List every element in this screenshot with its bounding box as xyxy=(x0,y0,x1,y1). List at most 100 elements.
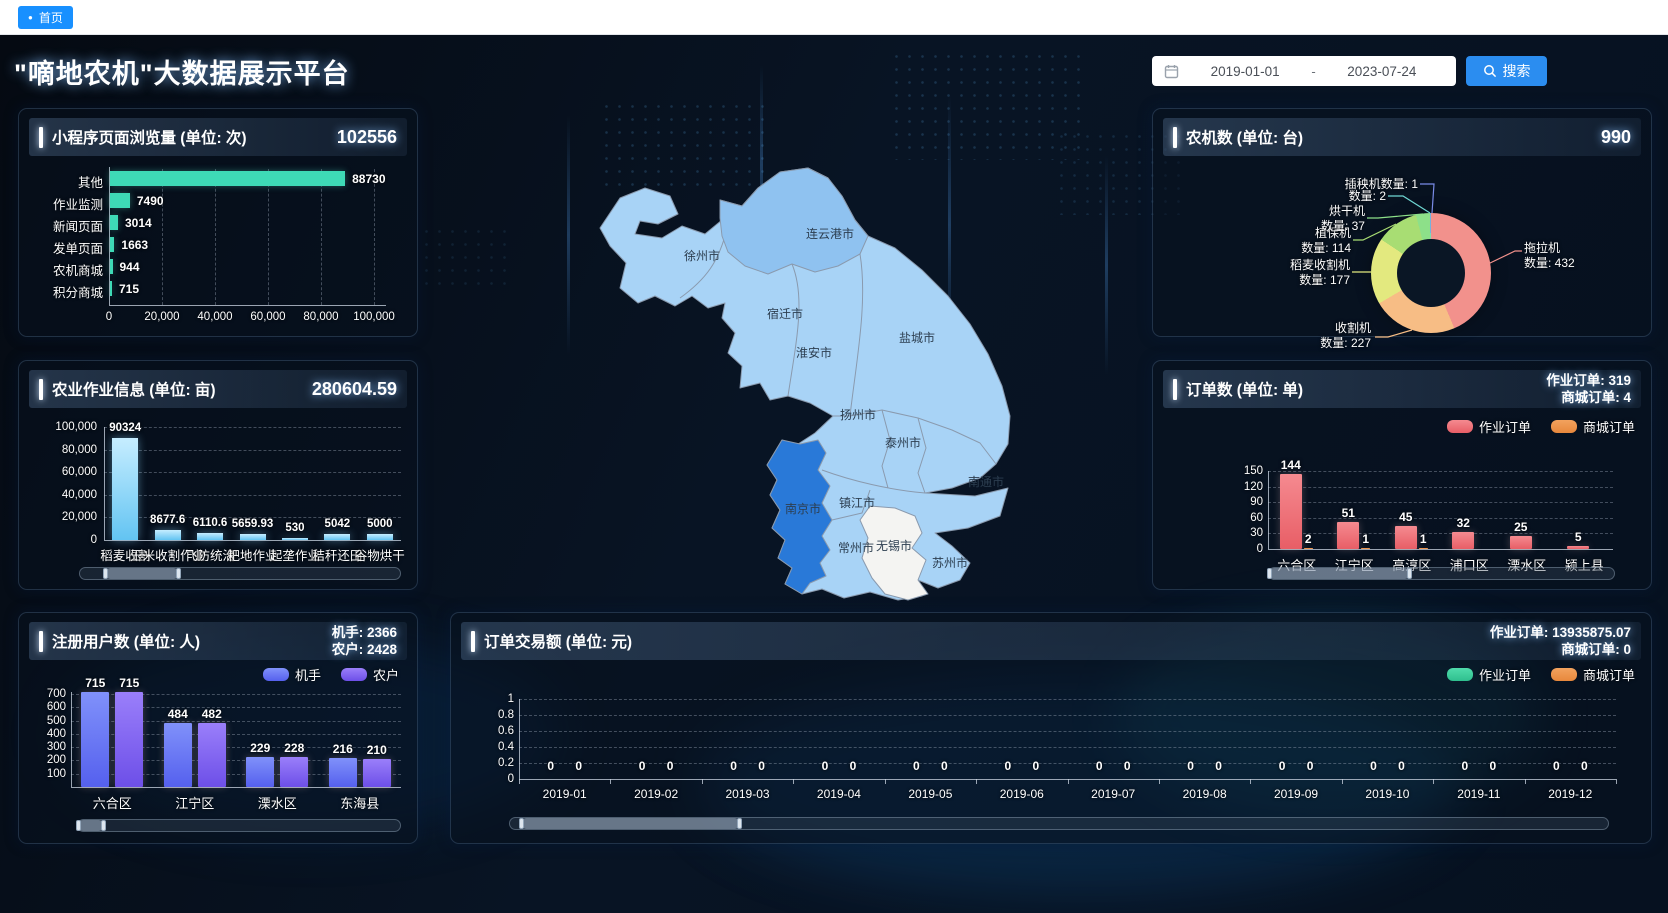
bar[interactable] xyxy=(110,193,130,208)
bar[interactable] xyxy=(1395,526,1417,549)
panel-orders: 订单数 (单位: 单) 作业订单: 319 商城订单: 4 作业订单 商城订单 … xyxy=(1152,360,1652,590)
datazoom-handle-left[interactable] xyxy=(76,820,81,831)
axis-tick-label: 40,000 xyxy=(189,311,241,323)
axis-tick-label: 90 xyxy=(1163,496,1263,508)
map-city-label: 连云港市 xyxy=(806,226,854,241)
axis-tick-label: 0 xyxy=(1163,543,1263,555)
leader-line xyxy=(1388,196,1430,213)
users-bar-chart[interactable]: 100200300400500600700715715六合区484482江宁区2… xyxy=(29,679,409,811)
category-label: 新闻页面 xyxy=(29,216,103,235)
category-label: 2019-12 xyxy=(1548,787,1592,801)
map-city-label: 宿迁市 xyxy=(767,306,803,321)
datazoom-handle-left[interactable] xyxy=(1267,568,1272,579)
axis-tick-label: 0.8 xyxy=(461,709,514,721)
search-button-label: 搜索 xyxy=(1503,61,1531,81)
axis-tick-label: 400 xyxy=(29,728,66,740)
datazoom-thumb[interactable] xyxy=(1269,568,1410,579)
bar[interactable] xyxy=(81,692,109,787)
x-axis-line xyxy=(104,540,401,541)
bar[interactable] xyxy=(1452,532,1474,549)
tab-home[interactable]: ● 首页 xyxy=(18,6,73,29)
bar[interactable] xyxy=(110,281,112,296)
bar[interactable] xyxy=(280,757,308,787)
bar[interactable] xyxy=(1510,536,1532,549)
bar[interactable] xyxy=(282,538,308,540)
jiangsu-province-map[interactable]: 徐州市连云港市宿迁市淮安市盐城市扬州市泰州市南通市南京市镇江市常州市无锡市苏州市 xyxy=(470,148,1090,618)
data-point-label: 0 xyxy=(850,759,857,773)
grid-line xyxy=(268,169,269,305)
datazoom-thumb[interactable] xyxy=(521,818,740,829)
bar-value-label: 715 xyxy=(119,282,139,296)
category-label: 农机商城 xyxy=(29,260,103,279)
data-point-label: 0 xyxy=(1004,759,1011,773)
category-label: 2019-01 xyxy=(543,787,587,801)
grid-line xyxy=(1268,518,1613,519)
category-label: 江宁区 xyxy=(175,793,214,812)
bar[interactable] xyxy=(367,534,393,540)
bar[interactable] xyxy=(110,215,118,230)
bar[interactable] xyxy=(115,692,143,787)
bar[interactable] xyxy=(164,723,192,787)
date-range-picker[interactable]: 2019-01-01 - 2023-07-24 xyxy=(1152,56,1456,86)
datazoom-handle-right[interactable] xyxy=(101,820,106,831)
bar-value-label: 1663 xyxy=(121,238,148,252)
bar[interactable] xyxy=(1419,548,1428,550)
date-end-value[interactable]: 2023-07-24 xyxy=(1320,64,1444,79)
data-point-label: 0 xyxy=(1187,759,1194,773)
panel-amount-header: 订单交易额 (单位: 元) 作业订单: 13935875.07 商城订单: 0 xyxy=(461,622,1641,660)
datazoom-handle-right[interactable] xyxy=(737,818,742,829)
grid-line xyxy=(321,169,322,305)
orders-datazoom-slider[interactable] xyxy=(1268,567,1615,580)
bar[interactable] xyxy=(198,723,226,787)
bar-value-label: 3014 xyxy=(125,216,152,230)
category-label: 其他 xyxy=(29,172,103,191)
bar[interactable] xyxy=(240,534,266,540)
bar[interactable] xyxy=(110,259,113,274)
bar[interactable] xyxy=(110,237,114,252)
map-region-lianyungang[interactable] xyxy=(720,168,868,274)
bar[interactable] xyxy=(324,534,350,540)
datazoom-handle-right[interactable] xyxy=(1407,568,1412,579)
amount-datazoom-slider[interactable] xyxy=(509,817,1609,830)
bar[interactable] xyxy=(155,530,181,540)
date-start-value[interactable]: 2019-01-01 xyxy=(1183,64,1307,79)
map-city-label: 苏州市 xyxy=(932,555,968,570)
farmwork-datazoom-slider[interactable] xyxy=(79,567,401,580)
bar-value-label: 482 xyxy=(202,707,222,721)
bar[interactable] xyxy=(197,533,223,540)
search-button[interactable]: 搜索 xyxy=(1466,56,1547,86)
pie-slice-label: 收割机 数量: 227 xyxy=(1320,321,1371,351)
axis-tick-label: 80,000 xyxy=(29,444,97,456)
bar[interactable] xyxy=(329,758,357,787)
map-city-label: 扬州市 xyxy=(840,407,876,422)
machines-donut-chart[interactable]: 拖拉机 数量: 432收割机 数量: 227稻麦收割机 数量: 177植保机 数… xyxy=(1153,154,1653,338)
datazoom-thumb[interactable] xyxy=(78,820,104,831)
bar[interactable] xyxy=(1304,548,1313,550)
bar-value-label: 144 xyxy=(1281,458,1301,472)
pageviews-bar-chart[interactable]: 020,00040,00060,00080,000100,000其他88730作… xyxy=(29,165,409,331)
data-point-label: 0 xyxy=(730,759,737,773)
bar[interactable] xyxy=(112,438,138,540)
datazoom-handle-left[interactable] xyxy=(103,568,108,579)
datazoom-handle-right[interactable] xyxy=(176,568,181,579)
grid-line xyxy=(104,472,401,473)
farmwork-bar-chart[interactable]: 020,00040,00060,00080,000100,00090324稻麦收… xyxy=(29,415,409,563)
datazoom-thumb[interactable] xyxy=(105,568,178,579)
datazoom-handle-left[interactable] xyxy=(519,818,524,829)
header-accent-bar xyxy=(39,127,43,148)
bar-value-label: 5 xyxy=(1575,530,1582,544)
axis-tick-label: 300 xyxy=(29,741,66,753)
bar[interactable] xyxy=(110,171,345,186)
bar[interactable] xyxy=(1567,546,1589,549)
bar[interactable] xyxy=(1337,522,1359,549)
orders-bar-chart[interactable]: 03060901201501442六合区511江宁区451高淳区32浦口区25溧… xyxy=(1163,429,1643,561)
users-datazoom-slider[interactable] xyxy=(77,819,401,832)
bar[interactable] xyxy=(363,759,391,787)
bar[interactable] xyxy=(246,757,274,787)
category-label: 2019-03 xyxy=(726,787,770,801)
bar[interactable] xyxy=(1280,474,1302,549)
amount-line-chart[interactable]: 00.20.40.60.812019-01002019-02002019-030… xyxy=(461,679,1643,809)
bar[interactable] xyxy=(1361,548,1370,550)
header-accent-bar xyxy=(39,379,43,400)
axis-tick-label: 0.4 xyxy=(461,741,514,753)
